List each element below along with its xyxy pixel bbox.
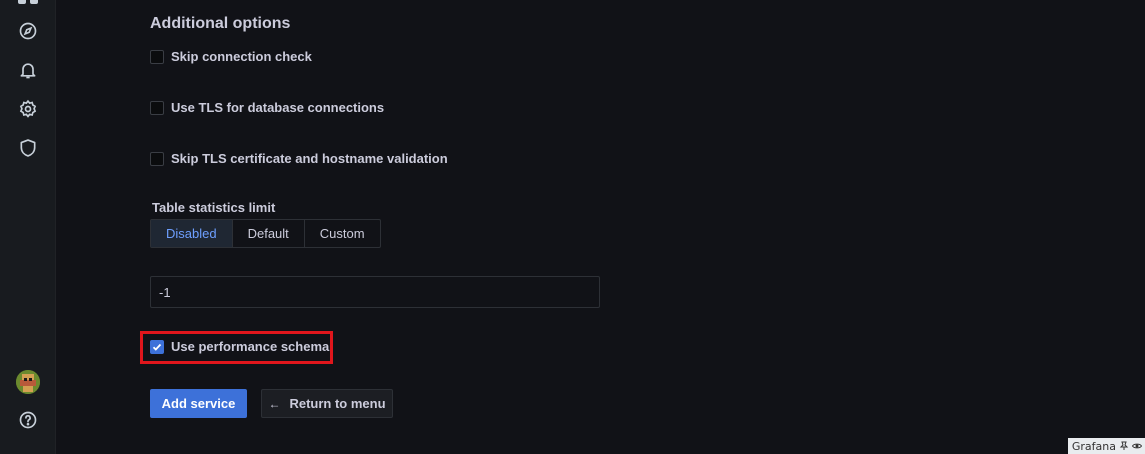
option-disabled[interactable]: Disabled — [151, 220, 233, 247]
grafana-label: Grafana — [1071, 439, 1116, 453]
alerting-bell-icon[interactable] — [16, 58, 40, 82]
dashboards-icon[interactable] — [18, 0, 38, 4]
skip-tls-validation-checkbox[interactable]: Skip TLS certificate and hostname valida… — [150, 151, 448, 166]
skip-connection-check-checkbox[interactable]: Skip connection check — [150, 49, 312, 64]
checkbox-box[interactable] — [150, 100, 164, 115]
explore-icon[interactable] — [16, 19, 40, 43]
help-icon[interactable] — [16, 408, 40, 432]
option-custom[interactable]: Custom — [305, 220, 380, 247]
sidebar — [0, 0, 56, 454]
add-service-button[interactable]: Add service — [150, 389, 247, 418]
table-stats-radio-group: Disabled Default Custom — [150, 219, 381, 248]
return-to-menu-button[interactable]: ← Return to menu — [261, 389, 393, 418]
highlight-box — [140, 331, 333, 364]
eye-icon[interactable] — [1132, 441, 1142, 451]
checkbox-label: Use TLS for database connections — [171, 100, 385, 115]
grafana-badge: Grafana — [1068, 438, 1145, 454]
section-title: Additional options — [150, 15, 291, 32]
checkbox-label: Skip connection check — [171, 49, 312, 64]
avatar[interactable] — [16, 370, 40, 394]
table-stats-limit-input[interactable] — [150, 276, 600, 308]
use-tls-checkbox[interactable]: Use TLS for database connections — [150, 100, 384, 115]
settings-gear-icon[interactable] — [16, 97, 40, 121]
checkbox-label: Skip TLS certificate and hostname valida… — [171, 151, 448, 166]
shield-icon[interactable] — [16, 136, 40, 160]
arrow-left-icon: ← — [268, 396, 281, 411]
pin-icon[interactable] — [1119, 441, 1129, 451]
table-stats-label: Table statistics limit — [152, 200, 276, 215]
checkbox-box[interactable] — [150, 151, 164, 166]
checkbox-box[interactable] — [150, 49, 164, 64]
return-button-label: Return to menu — [289, 396, 386, 411]
option-default[interactable]: Default — [233, 220, 305, 247]
